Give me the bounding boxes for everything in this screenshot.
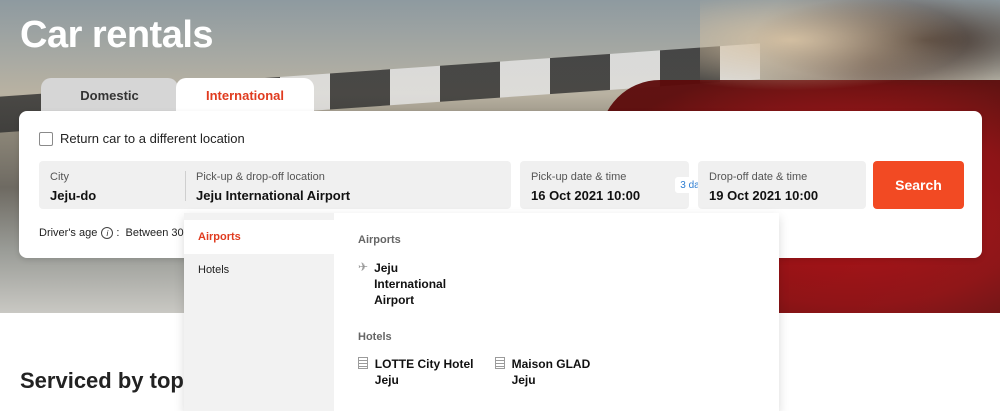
plane-icon: ✈ [358, 260, 369, 274]
pickup-datetime-value: 16 Oct 2021 10:00 [531, 188, 641, 203]
hotel-option-label: LOTTE City Hotel Jeju [374, 357, 474, 387]
building-icon [358, 357, 369, 369]
airports-heading: Airports [358, 234, 401, 246]
return-different-location-checkbox[interactable] [39, 131, 53, 146]
return-different-location-label: Return car to a different location [60, 131, 245, 146]
hotel-option[interactable]: Maison GLAD Jeju [495, 356, 605, 388]
dropdown-category-airports[interactable]: Airports [184, 220, 334, 254]
tab-international[interactable]: International [176, 78, 314, 112]
section-heading: Serviced by top [20, 368, 184, 393]
dropoff-datetime-value: 19 Oct 2021 10:00 [709, 188, 819, 203]
driver-age-label: Driver's age [39, 227, 98, 239]
airport-option[interactable]: ✈ Jeju International Airport [358, 260, 468, 308]
return-different-location-row[interactable]: Return car to a different location [39, 131, 245, 146]
city-field-label: City [50, 171, 69, 183]
building-icon [495, 357, 506, 369]
driver-age-selector[interactable]: Between 30- [126, 227, 188, 239]
location-field[interactable]: Pick-up & drop-off location Jeju Interna… [185, 161, 511, 209]
hotel-option-label: Maison GLAD Jeju [511, 357, 591, 387]
dropdown-category-hotels[interactable]: Hotels [184, 253, 334, 287]
airport-option-label: Jeju International Airport [374, 261, 447, 307]
dropdown-category-list: Airports Hotels [184, 213, 334, 411]
hero-people-image [700, 0, 1000, 100]
location-dropdown: Airports Hotels Airports ✈ Jeju Internat… [184, 213, 779, 411]
tab-domestic[interactable]: Domestic [41, 78, 178, 112]
hotels-heading: Hotels [358, 331, 392, 343]
driver-age-row: Driver's age i : Between 30- [39, 227, 187, 239]
info-icon[interactable]: i [101, 227, 114, 239]
pickup-datetime-field[interactable]: Pick-up date & time 16 Oct 2021 10:00 [520, 161, 689, 209]
city-field-value: Jeju-do [50, 188, 97, 203]
page-title: Car rentals [20, 14, 214, 56]
dropdown-results: Airports ✈ Jeju International Airport Ho… [334, 213, 779, 411]
hotel-option[interactable]: LOTTE City Hotel Jeju [358, 356, 488, 388]
location-field-label: Pick-up & drop-off location [196, 171, 325, 183]
city-field[interactable]: City Jeju-do [39, 161, 185, 209]
pickup-datetime-label: Pick-up date & time [531, 171, 627, 183]
dropoff-datetime-label: Drop-off date & time [709, 171, 808, 183]
location-field-value: Jeju International Airport [196, 188, 351, 203]
driver-age-colon: : [116, 227, 126, 239]
dropoff-datetime-field[interactable]: Drop-off date & time 19 Oct 2021 10:00 [698, 161, 866, 209]
search-button[interactable]: Search [873, 161, 964, 209]
